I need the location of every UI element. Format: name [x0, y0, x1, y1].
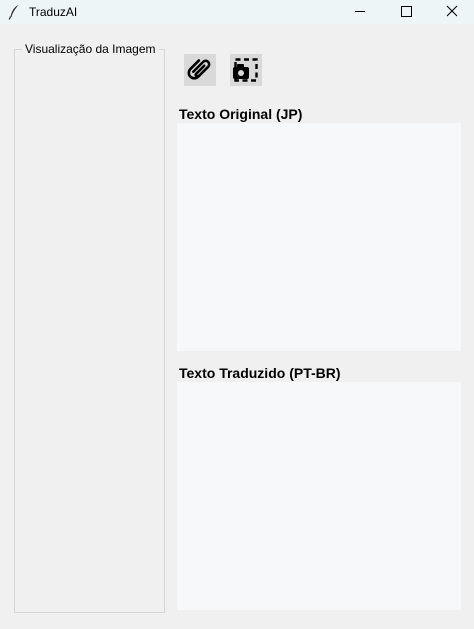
original-text-label: Texto Original (JP): [179, 106, 303, 122]
translated-text-area[interactable]: [177, 382, 461, 610]
image-preview-panel: [14, 49, 165, 613]
maximize-button[interactable]: [383, 0, 429, 24]
attach-image-button[interactable]: [184, 54, 216, 86]
screen-capture-button[interactable]: [230, 54, 262, 86]
minimize-button[interactable]: [337, 0, 383, 24]
close-icon: [446, 5, 458, 17]
minimize-icon: [355, 11, 365, 12]
feather-icon: [7, 4, 21, 20]
image-preview-label: Visualização da Imagem: [22, 43, 159, 56]
original-text-area[interactable]: [177, 123, 461, 351]
screen-capture-icon: [233, 58, 258, 82]
window-title: TraduzAI: [29, 5, 78, 19]
paperclip-icon: [187, 59, 211, 80]
maximize-icon: [401, 6, 412, 17]
translated-text-label: Texto Traduzido (PT-BR): [179, 365, 341, 381]
title-bar[interactable]: TraduzAI: [0, 0, 474, 24]
close-button[interactable]: [429, 0, 474, 24]
